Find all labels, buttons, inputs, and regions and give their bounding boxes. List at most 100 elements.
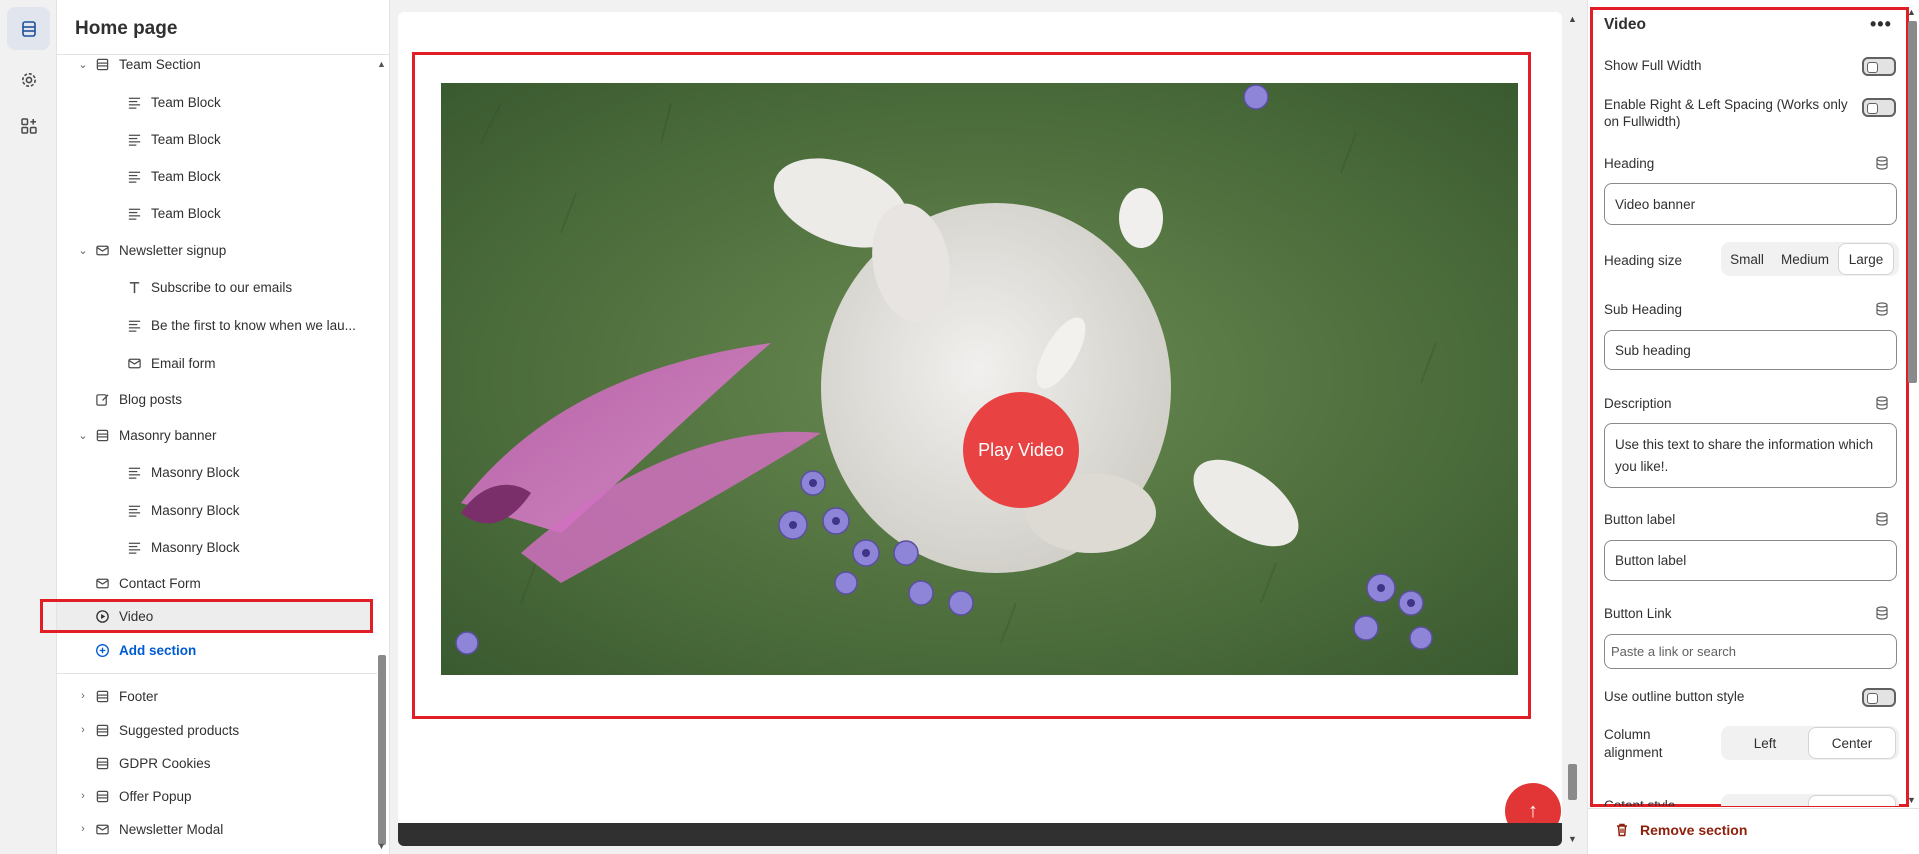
scroll-up-arrow-icon[interactable]: ▲ xyxy=(1568,14,1577,24)
preview-canvas: Play Video ↑ xyxy=(398,12,1562,846)
outline-style-toggle[interactable] xyxy=(1862,688,1896,707)
enable-spacing-label: Enable Right & Left Spacing (Works only … xyxy=(1604,97,1848,129)
tree-item[interactable]: ⌄ Masonry banner xyxy=(57,420,372,450)
dynamic-source-icon[interactable] xyxy=(1875,512,1889,526)
icon-rail xyxy=(0,0,57,854)
tree-item-label: Newsletter signup xyxy=(119,242,227,258)
enable-spacing-toggle[interactable] xyxy=(1862,98,1896,117)
content-style-overlay[interactable]: Overlay xyxy=(1809,796,1895,806)
alignment-center[interactable]: Center xyxy=(1809,728,1895,758)
column-alignment-selector: Left Center xyxy=(1721,726,1899,760)
apps-nav-button[interactable] xyxy=(7,104,50,147)
chevron-right-icon[interactable]: › xyxy=(75,724,91,736)
preview-scrollbar[interactable]: ▲ ▼ xyxy=(1565,12,1579,846)
tree-item[interactable]: Email form xyxy=(57,348,372,378)
dynamic-source-icon[interactable] xyxy=(1875,606,1889,620)
text-block-icon xyxy=(123,169,145,184)
panel-scrollbar[interactable]: ▲ ▼ xyxy=(1905,7,1918,807)
dynamic-source-icon[interactable] xyxy=(1875,156,1889,170)
content-style-default[interactable]: Default xyxy=(1723,796,1807,807)
heading-input[interactable]: Video banner xyxy=(1604,183,1897,225)
description-label: Description xyxy=(1604,396,1672,411)
tree-item[interactable]: › Suggested products xyxy=(57,715,372,745)
tree-item[interactable]: GDPR Cookies xyxy=(57,748,372,778)
text-block-icon xyxy=(123,318,145,333)
tree-item[interactable]: Team Block xyxy=(57,198,372,228)
tree-item[interactable]: ⌄ Newsletter signup xyxy=(57,235,372,265)
chevron-down-icon[interactable]: ⌄ xyxy=(75,429,91,442)
selected-item-outline xyxy=(40,599,373,633)
alignment-left[interactable]: Left xyxy=(1723,728,1807,758)
dynamic-source-icon[interactable] xyxy=(1875,302,1889,316)
tree-item[interactable]: Team Block xyxy=(57,161,372,191)
text-block-icon xyxy=(123,132,145,147)
sections-nav-button[interactable] xyxy=(7,7,50,50)
tree-item-label: Team Block xyxy=(151,205,221,221)
scroll-down-arrow-icon[interactable]: ▼ xyxy=(1568,834,1577,844)
button-link-input[interactable]: Paste a link or search xyxy=(1604,634,1897,669)
button-link-label: Button Link xyxy=(1604,606,1672,621)
preview-scroll-thumb[interactable] xyxy=(1568,764,1577,800)
tree-item[interactable]: Masonry Block xyxy=(57,532,372,562)
remove-section-button[interactable]: Remove section xyxy=(1614,822,1747,838)
tree-item[interactable]: Blog posts xyxy=(57,384,372,414)
page-title: Home page xyxy=(75,18,178,39)
sub-heading-input[interactable]: Sub heading xyxy=(1604,330,1897,370)
show-full-width-toggle[interactable] xyxy=(1862,57,1896,76)
sidebar-scrollbar[interactable]: ▲ ▼ xyxy=(375,55,388,854)
email-icon xyxy=(91,576,113,591)
add-section-button[interactable]: Add section xyxy=(57,635,372,665)
scroll-down-arrow-icon[interactable]: ▼ xyxy=(377,841,386,851)
outline-style-label: Use outline button style xyxy=(1604,689,1745,704)
tree-item-label: Suggested products xyxy=(119,722,240,738)
heading-size-small[interactable]: Small xyxy=(1723,244,1771,274)
more-actions-icon[interactable]: ••• xyxy=(1870,14,1892,35)
tree-item[interactable]: Masonry Block xyxy=(57,457,372,487)
dynamic-source-icon[interactable] xyxy=(1875,396,1889,410)
content-style-label: Cotent style xyxy=(1604,798,1676,806)
chevron-down-icon[interactable]: ⌄ xyxy=(75,58,91,71)
tree-item[interactable]: Team Block xyxy=(57,87,372,117)
chevron-right-icon[interactable]: › xyxy=(75,790,91,802)
tree-item[interactable]: ⌄ Team Section xyxy=(57,49,372,79)
heading-size-label: Heading size xyxy=(1604,253,1683,268)
scroll-down-arrow-icon[interactable]: ▼ xyxy=(1907,795,1916,805)
tree-item[interactable]: Team Block xyxy=(57,124,372,154)
tree-item[interactable]: › Newsletter Modal xyxy=(57,814,372,844)
tree-item[interactable]: Be the first to know when we lau... xyxy=(57,310,372,340)
tree-item[interactable]: Masonry Block xyxy=(57,495,372,525)
panel-scroll-thumb[interactable] xyxy=(1908,21,1917,383)
preview-footer-bar xyxy=(398,823,1562,846)
tree-item[interactable]: Subscribe to our emails xyxy=(57,272,372,302)
trash-icon xyxy=(1617,823,1627,837)
settings-nav-button[interactable] xyxy=(7,58,50,101)
video-thumbnail[interactable]: Play Video xyxy=(441,83,1518,675)
section-icon xyxy=(91,723,113,738)
section-tree: ⌄ Team Section Team Block Team Block Team Bl… xyxy=(40,54,390,854)
blog-icon xyxy=(91,392,113,407)
tree-item-label: Masonry Block xyxy=(151,539,240,555)
sub-heading-label: Sub Heading xyxy=(1604,302,1683,317)
button-label-label: Button label xyxy=(1604,512,1676,527)
description-textarea[interactable]: Use this text to share the information w… xyxy=(1604,423,1897,488)
tree-item[interactable]: › Footer xyxy=(57,681,372,711)
panel-footer-divider xyxy=(1588,808,1919,809)
chevron-right-icon[interactable]: › xyxy=(75,823,91,835)
section-icon xyxy=(91,57,113,72)
heading-size-medium[interactable]: Medium xyxy=(1773,244,1837,274)
text-block-icon xyxy=(123,503,145,518)
chevron-right-icon[interactable]: › xyxy=(75,690,91,702)
button-label-input[interactable]: Button label xyxy=(1604,540,1897,581)
tree-item[interactable]: Contact Form xyxy=(57,568,372,598)
play-video-button[interactable]: Play Video xyxy=(963,392,1079,508)
text-block-icon xyxy=(123,540,145,555)
scroll-up-arrow-icon[interactable]: ▲ xyxy=(377,59,386,69)
section-icon xyxy=(91,428,113,443)
sidebar-scroll-thumb[interactable] xyxy=(378,655,386,845)
tree-item[interactable]: › Offer Popup xyxy=(57,781,372,811)
show-full-width-label: Show Full Width xyxy=(1604,58,1702,73)
heading-size-large[interactable]: Large xyxy=(1839,244,1893,274)
scroll-up-arrow-icon[interactable]: ▲ xyxy=(1907,7,1916,17)
chevron-down-icon[interactable]: ⌄ xyxy=(75,244,91,257)
tree-item-label: Masonry banner xyxy=(119,427,217,443)
